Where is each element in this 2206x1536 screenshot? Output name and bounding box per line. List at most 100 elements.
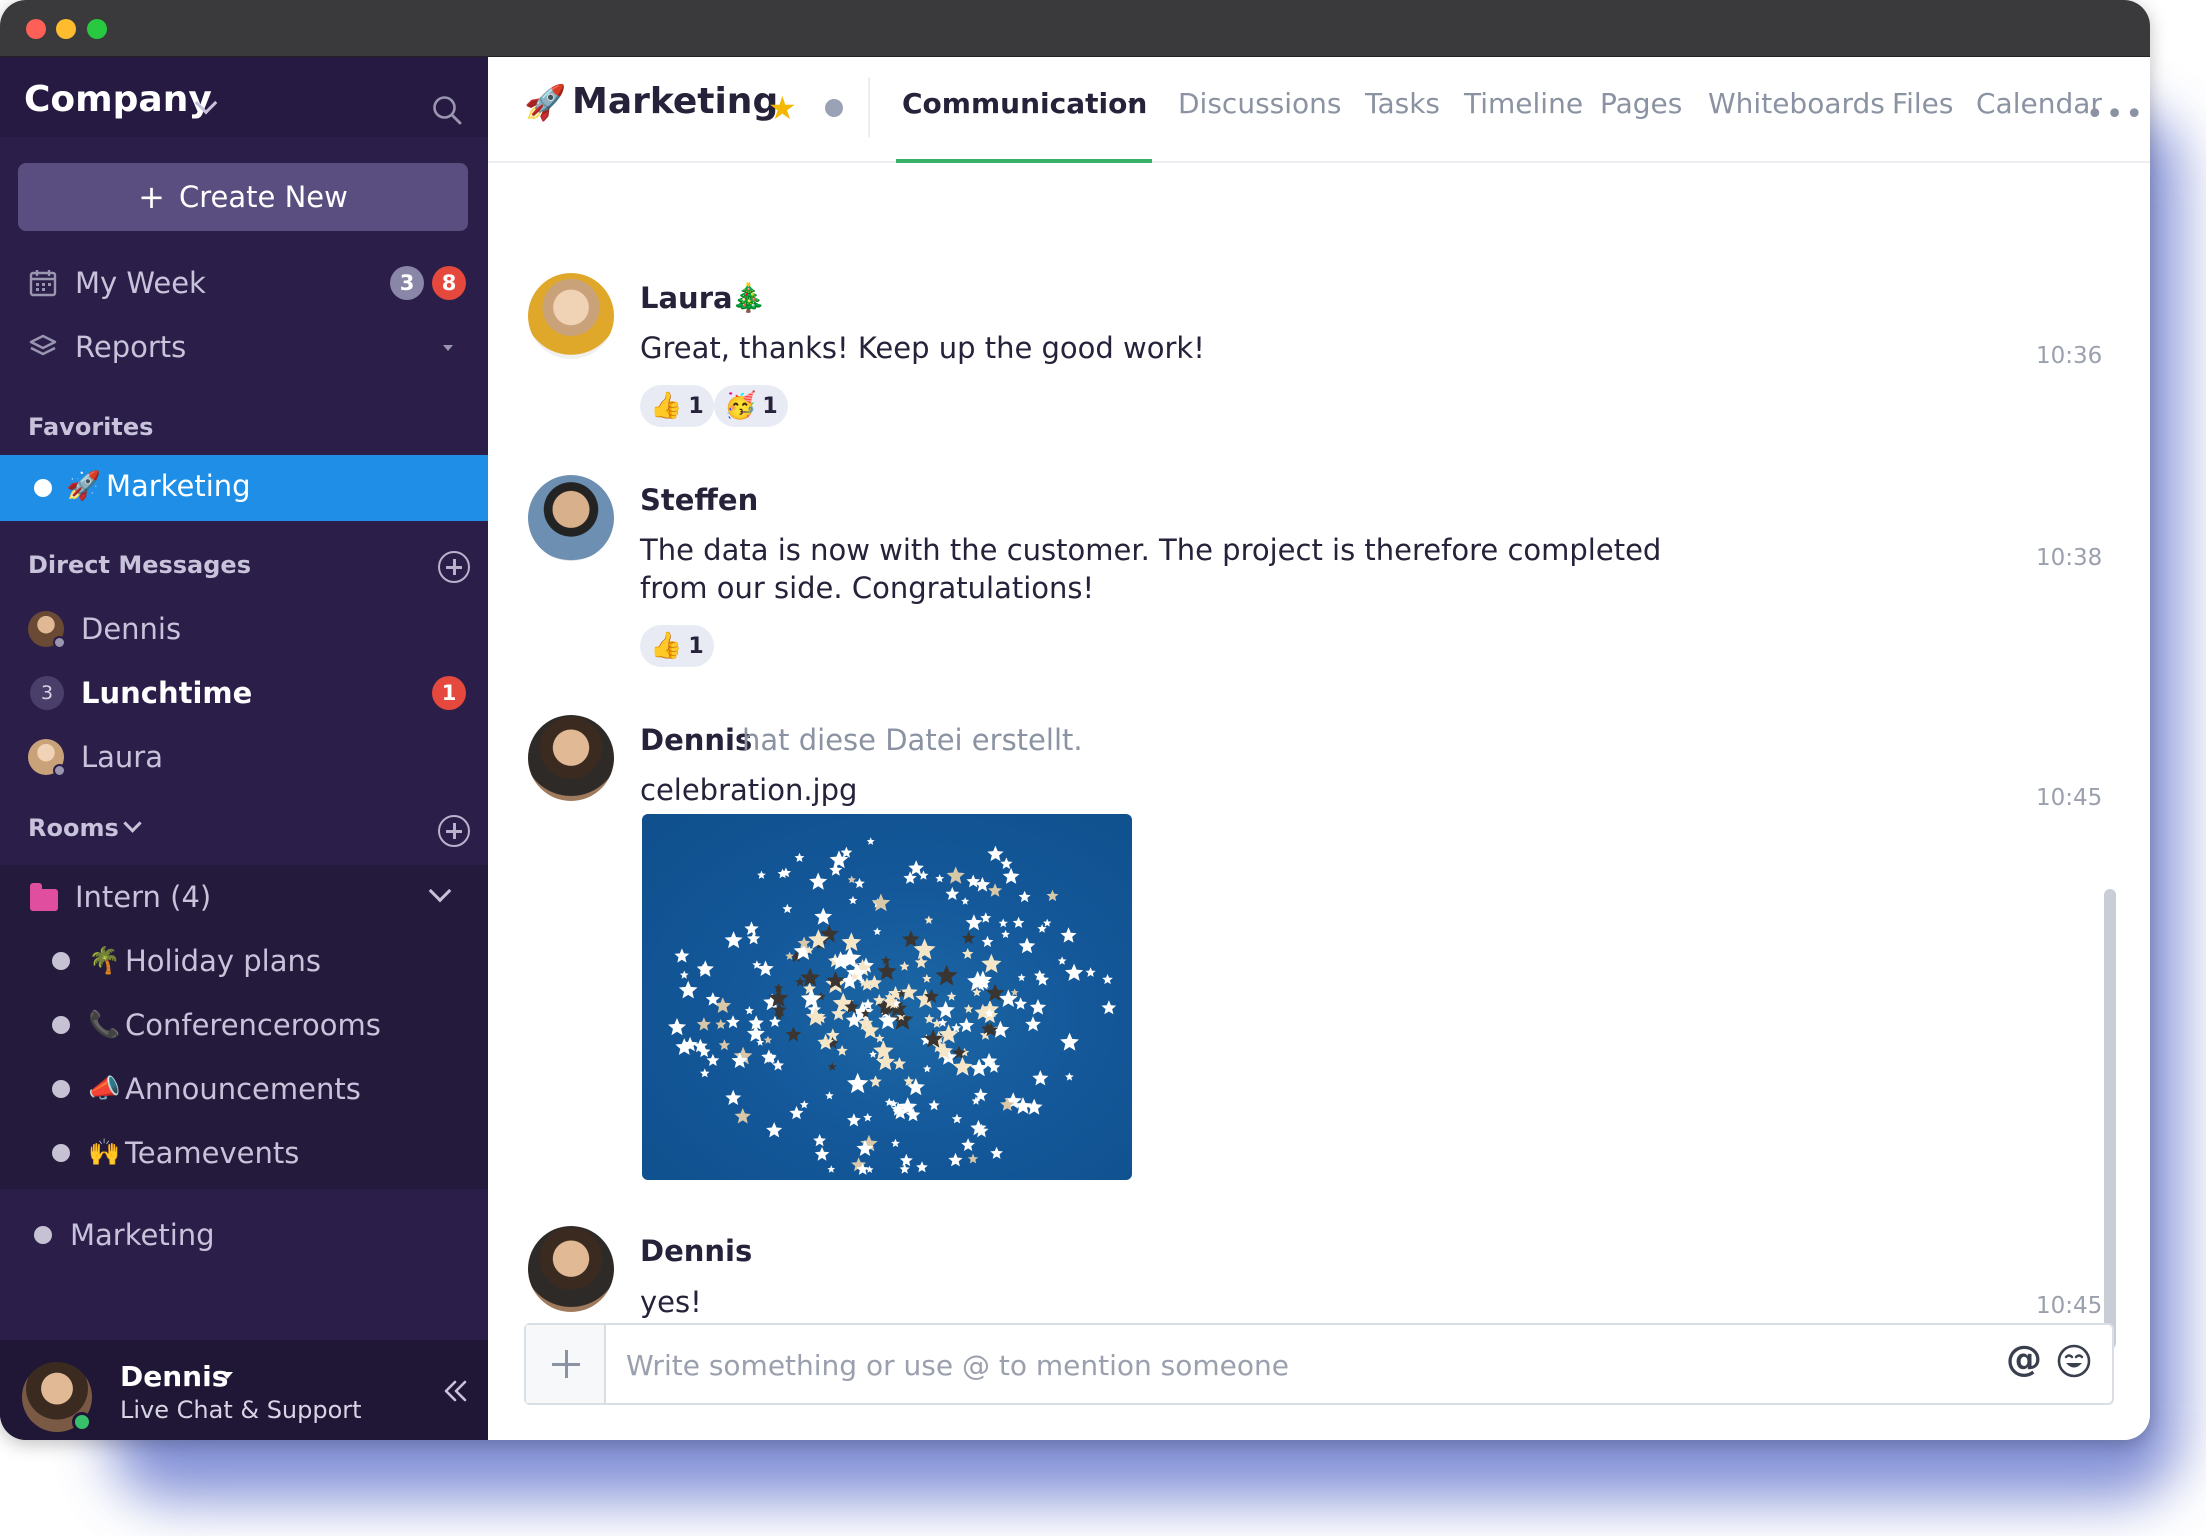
attachment-filename[interactable]: celebration.jpg	[640, 771, 857, 809]
reaction-count: 1	[762, 393, 778, 419]
dm-item-label: Laura	[81, 740, 164, 774]
reaction-thumbs-up[interactable]: 👍 1	[640, 385, 714, 427]
more-icon[interactable]: •••	[2086, 97, 2145, 132]
favorites-heading: Favorites	[28, 413, 154, 441]
message-author[interactable]: Laura	[640, 281, 733, 315]
member-count: 3	[30, 676, 64, 710]
sidebar-item-label: My Week	[75, 266, 206, 300]
caret-down-icon[interactable]	[221, 1372, 233, 1379]
tab-tasks[interactable]: Tasks	[1365, 87, 1440, 120]
presence-dot	[825, 99, 843, 117]
thumbs-up-icon: 👍	[650, 631, 683, 661]
user-footer: Dennis Live Chat & Support	[0, 1340, 488, 1440]
reaction-party[interactable]: 🥳 1	[714, 385, 788, 427]
folder-icon	[30, 883, 58, 911]
close-window-button[interactable]	[26, 19, 46, 39]
message-author[interactable]: Dennis	[640, 1234, 752, 1268]
tab-files[interactable]: Files	[1892, 87, 1953, 120]
tab-discussions[interactable]: Discussions	[1178, 87, 1342, 120]
workspace-header: Company	[0, 57, 488, 137]
room-item-marketing[interactable]: Marketing	[0, 1203, 488, 1267]
create-new-button[interactable]: + Create New	[18, 163, 468, 231]
calendar-icon	[29, 270, 57, 297]
phone-icon: 📞	[88, 1010, 121, 1040]
rooms-heading[interactable]: Rooms	[28, 814, 119, 842]
channel-header: 🚀 Marketing ★ Communication Discussions …	[488, 57, 2150, 163]
message-author[interactable]: Dennis	[640, 723, 752, 757]
dm-item-lunchtime[interactable]: 3 Lunchtime 1	[0, 661, 488, 725]
plus-icon: +	[138, 178, 165, 216]
party-face-icon: 🥳	[724, 391, 757, 421]
avatar	[28, 739, 66, 777]
star-icon[interactable]: ★	[768, 89, 797, 127]
tab-timeline[interactable]: Timeline	[1464, 87, 1583, 120]
rocket-icon: 🚀	[524, 83, 567, 123]
sidebar-item-marketing[interactable]: 🚀 Marketing	[0, 455, 488, 521]
dm-item-label: Dennis	[81, 612, 182, 646]
add-attachment-button[interactable]	[526, 1325, 606, 1403]
user-status: Live Chat & Support	[120, 1396, 362, 1424]
room-dot	[52, 1144, 70, 1162]
add-direct-message-button[interactable]	[438, 551, 470, 583]
zoom-window-button[interactable]	[87, 19, 107, 39]
room-dot	[52, 1080, 70, 1098]
avatar	[28, 611, 66, 649]
chevron-down-icon[interactable]	[123, 814, 142, 833]
message-list: Laura 🎄 Great, thanks! Keep up the good …	[488, 163, 2150, 1349]
unread-badge: 1	[432, 676, 466, 710]
main-panel: 🚀 Marketing ★ Communication Discussions …	[488, 57, 2150, 1440]
avatar[interactable]	[22, 1362, 92, 1432]
chevron-down-icon[interactable]	[428, 879, 452, 903]
user-name[interactable]: Dennis	[120, 1360, 228, 1393]
message-time: 10:36	[2036, 343, 2103, 369]
dm-item-dennis[interactable]: Dennis	[0, 597, 488, 661]
reaction-thumbs-up[interactable]: 👍 1	[640, 625, 714, 667]
thumbs-up-icon: 👍	[650, 391, 683, 421]
mention-icon[interactable]: @	[2006, 1339, 2042, 1380]
minimize-window-button[interactable]	[56, 19, 76, 39]
dm-item-label: Lunchtime	[81, 676, 253, 710]
tab-calendar[interactable]: Calendar	[1976, 87, 2102, 120]
emoji-icon[interactable]	[2056, 1343, 2092, 1379]
avatar[interactable]	[528, 715, 614, 801]
tab-whiteboards[interactable]: Whiteboards	[1708, 87, 1885, 120]
room-item-holiday-plans[interactable]: 🌴 Holiday plans	[0, 929, 488, 993]
palm-tree-icon: 🌴	[88, 946, 121, 976]
avatar[interactable]	[528, 273, 614, 359]
room-item-conferencerooms[interactable]: 📞 Conferencerooms	[0, 993, 488, 1057]
message-time: 10:45	[2036, 1293, 2103, 1319]
add-room-button[interactable]	[438, 815, 470, 847]
avatar[interactable]	[528, 1226, 614, 1312]
tab-pages[interactable]: Pages	[1600, 87, 1682, 120]
search-icon[interactable]	[432, 95, 462, 125]
sidebar-item-reports[interactable]: Reports	[0, 315, 488, 379]
message-author[interactable]: Steffen	[640, 483, 758, 517]
rooms-group: Intern (4) 🌴 Holiday plans 📞 Conferencer…	[0, 865, 488, 1189]
avatar[interactable]	[528, 475, 614, 561]
sidebar-item-my-week[interactable]: My Week 3 8	[0, 251, 488, 315]
divider	[868, 77, 870, 137]
count-badge: 3	[390, 266, 424, 300]
celebration-stars-image	[668, 837, 1117, 1175]
caret-down-icon[interactable]	[1128, 101, 1138, 107]
message-input[interactable]	[626, 1345, 1926, 1385]
room-item-label: Holiday plans	[125, 944, 321, 978]
unread-badge: 8	[432, 266, 466, 300]
channel-dot	[34, 479, 52, 497]
room-item-label: Announcements	[125, 1072, 361, 1106]
page-title: Marketing	[572, 81, 779, 122]
room-group-intern[interactable]: Intern (4)	[0, 865, 488, 929]
tab-communication[interactable]: Communication	[902, 87, 1147, 120]
workspace-switcher[interactable]: Company	[24, 79, 212, 120]
room-item-announcements[interactable]: 📣 Announcements	[0, 1057, 488, 1121]
room-item-teamevents[interactable]: 🙌 Teamevents	[0, 1121, 488, 1185]
collapse-sidebar-icon[interactable]	[440, 1376, 470, 1406]
scrollbar[interactable]	[2104, 889, 2116, 1349]
christmas-tree-icon: 🎄	[731, 281, 766, 314]
attachment-image[interactable]	[642, 814, 1132, 1180]
sidebar-item-label: Marketing	[106, 469, 251, 503]
dm-item-laura[interactable]: Laura	[0, 725, 488, 789]
online-status-dot	[72, 1412, 92, 1432]
caret-down-icon[interactable]	[443, 345, 453, 351]
room-item-label: Marketing	[70, 1218, 215, 1252]
